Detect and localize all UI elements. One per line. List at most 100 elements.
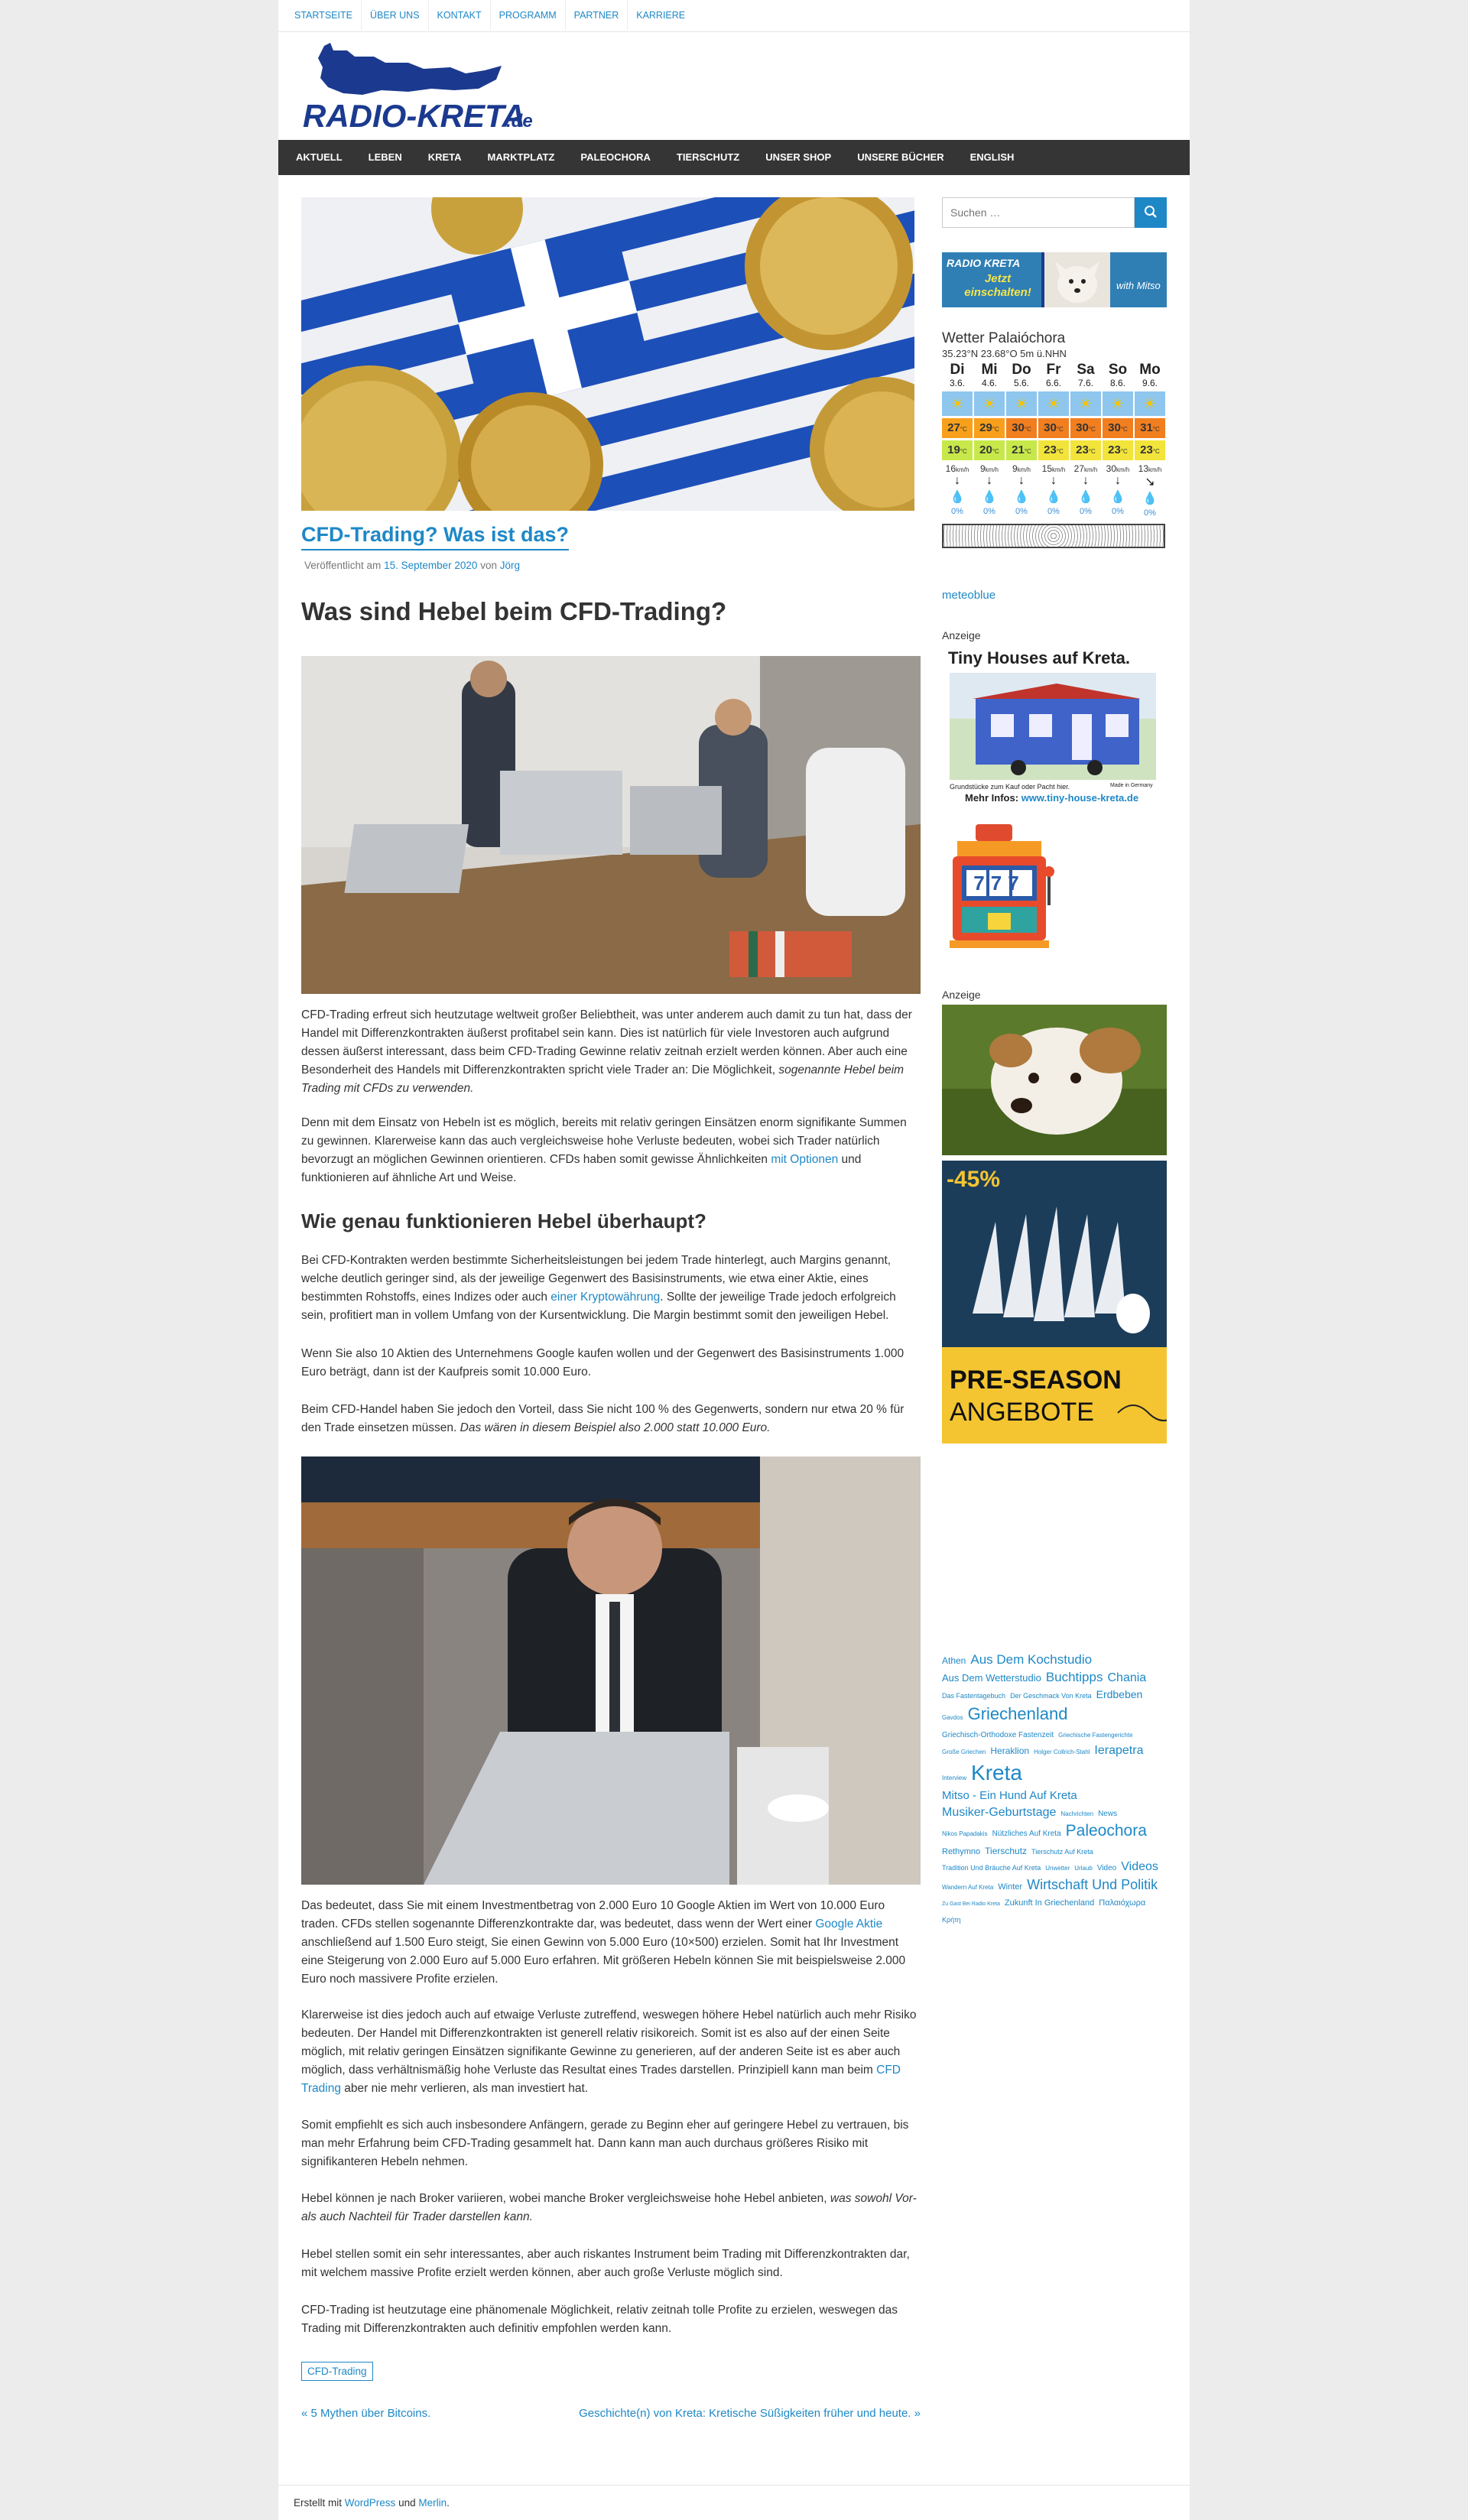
- dog-ad-image[interactable]: [942, 1005, 1167, 1155]
- top-nav-partner[interactable]: PARTNER: [566, 0, 628, 31]
- weather-wind: 9km/h: [979, 463, 999, 474]
- article-paragraph-3: Bei CFD-Kontrakten werden bestimmte Sich…: [301, 1254, 896, 1322]
- tag-cloud-link[interactable]: Κρήτη: [942, 1915, 961, 1924]
- wind-direction-icon: ↘: [1145, 476, 1155, 489]
- link-google-aktie[interactable]: Google Aktie: [815, 1918, 882, 1931]
- site-logo[interactable]: RADIO-KRETA .de: [301, 40, 546, 135]
- tag-cloud-link[interactable]: Athen: [942, 1655, 966, 1667]
- article-paragraph-1: CFD-Trading erfreut sich heutzutage welt…: [301, 1008, 912, 1095]
- tag-cloud-link[interactable]: Das Fastentagebuch: [942, 1691, 1005, 1700]
- sun-icon: ☀: [1070, 391, 1101, 416]
- post-date-link[interactable]: 15. September 2020: [384, 560, 477, 571]
- main-nav-unser-shop[interactable]: UNSER SHOP: [752, 140, 844, 174]
- search-input[interactable]: [942, 197, 1135, 228]
- link-kryptowaehrung[interactable]: einer Kryptowährung: [550, 1291, 660, 1304]
- tag-cloud-link[interactable]: Παλαιόχωρα: [1099, 1898, 1145, 1909]
- main-nav-paleochora[interactable]: PALEOCHORA: [567, 140, 663, 174]
- radio-banner-title: RADIO KRETA: [947, 257, 1021, 269]
- main-nav-kreta[interactable]: KRETA: [415, 140, 475, 174]
- tag-cloud-link[interactable]: Chania: [1107, 1670, 1146, 1687]
- tag-cloud-link[interactable]: Paleochora: [1066, 1820, 1147, 1842]
- tag-cloud-link[interactable]: Mitso - Ein Hund Auf Kreta: [942, 1788, 1077, 1804]
- tag-cloud-link[interactable]: Wandern Auf Kreta: [942, 1884, 993, 1892]
- tag-cloud-link[interactable]: Wirtschaft Und Politik: [1027, 1875, 1158, 1894]
- article-paragraph-2: Denn mit dem Einsatz von Hebeln ist es m…: [301, 1116, 907, 1184]
- post-author-link[interactable]: Jörg: [500, 560, 520, 571]
- weather-max-temp: 27°C: [942, 418, 973, 438]
- post-title[interactable]: CFD-Trading? Was ist das?: [301, 523, 570, 550]
- tag-cloud-link[interactable]: Video: [1097, 1863, 1116, 1874]
- tag-cloud-link[interactable]: Urlaub: [1074, 1865, 1093, 1873]
- meteoblue-link[interactable]: meteoblue: [942, 589, 995, 602]
- tag-cloud-link[interactable]: Interview: [942, 1775, 966, 1783]
- radio-kreta-banner[interactable]: RADIO KRETA Jetzt einschalten! with Mits…: [942, 252, 1167, 307]
- tag-cloud-link[interactable]: Aus Dem Wetterstudio: [942, 1671, 1041, 1685]
- tag-cloud-link[interactable]: Zu Gast Bei Radio Kreta: [942, 1901, 1000, 1908]
- tag-cloud-link[interactable]: Videos: [1121, 1859, 1158, 1875]
- tag-cloud-link[interactable]: Rethymno: [942, 1846, 980, 1858]
- tag-cloud-link[interactable]: Gavdos: [942, 1714, 963, 1723]
- tag-cloud-link[interactable]: Große Griechen: [942, 1749, 986, 1757]
- footer-wordpress-link[interactable]: WordPress: [345, 2497, 396, 2509]
- top-nav-karriere[interactable]: KARRIERE: [628, 0, 693, 31]
- tag-cloud-link[interactable]: Griechisch-Orthodoxe Fastenzeit: [942, 1730, 1054, 1741]
- sun-icon: ☀: [974, 391, 1005, 416]
- top-nav-startseite[interactable]: STARTSEITE: [286, 0, 362, 31]
- featured-image-greek-flag-coins[interactable]: [301, 197, 914, 511]
- link-mit-optionen[interactable]: mit Optionen: [771, 1153, 838, 1166]
- main-nav-tierschutz[interactable]: TIERSCHUTZ: [664, 140, 752, 174]
- tag-cloud-link[interactable]: Tradition Und Bräuche Auf Kreta: [942, 1863, 1041, 1872]
- tiny-house-ad[interactable]: Tiny Houses auf Kreta. Grundstücke zum K…: [943, 647, 1159, 807]
- post-meta-by: von: [480, 560, 497, 571]
- article-paragraph-5-emphasis: Das wären in diesem Beispiel also 2.000 …: [460, 1421, 771, 1434]
- tag-cloud-link[interactable]: Nachrichten: [1060, 1810, 1093, 1819]
- search-button[interactable]: [1135, 197, 1167, 228]
- weather-day-name: So: [1108, 362, 1128, 378]
- top-navigation: STARTSEITE ÜBER UNS KONTAKT PROGRAMM PAR…: [278, 0, 1190, 32]
- main-nav-marktplatz[interactable]: MARKTPLATZ: [475, 140, 568, 174]
- main-nav-leben[interactable]: LEBEN: [356, 140, 415, 174]
- tag-cloud-link[interactable]: Winter: [998, 1882, 1022, 1893]
- tag-cloud-link[interactable]: Musiker-Geburtstage: [942, 1804, 1056, 1821]
- sun-icon: ☀: [1006, 391, 1037, 416]
- tag-cloud-link[interactable]: Tierschutz Auf Kreta: [1031, 1847, 1093, 1856]
- rain-drop-icon: 💧: [1142, 492, 1158, 505]
- pre-season-ad[interactable]: -45% PRE-SEASON ANGEBOTE: [942, 1161, 1167, 1443]
- main-nav-unsere-buecher[interactable]: UNSERE BÜCHER: [844, 140, 956, 174]
- top-nav-kontakt[interactable]: KONTAKT: [429, 0, 491, 31]
- tag-cloud-link[interactable]: News: [1098, 1809, 1117, 1820]
- weather-day-name: Mo: [1139, 362, 1161, 378]
- tag-cloud-link[interactable]: Erdbeben: [1096, 1687, 1143, 1702]
- tag-cloud-link[interactable]: Unwetter: [1045, 1865, 1070, 1873]
- next-post-link[interactable]: Geschichte(n) von Kreta: Kretische Süßig…: [579, 2407, 921, 2420]
- tag-cloud-link[interactable]: Griechenland: [968, 1703, 1068, 1726]
- tag-cloud-link[interactable]: Der Geschmack Von Kreta: [1010, 1691, 1092, 1700]
- tiny-house-ad-url[interactable]: www.tiny-house-kreta.de: [1021, 792, 1138, 804]
- tag-cloud-link[interactable]: Aus Dem Kochstudio: [970, 1651, 1092, 1669]
- top-nav-programm[interactable]: PROGRAMM: [491, 0, 566, 31]
- tag-cfd-trading[interactable]: CFD-Trading: [301, 2362, 373, 2381]
- weather-min-temp: 23°C: [1038, 440, 1069, 460]
- tag-cloud-link[interactable]: Nützliches Auf Kreta: [992, 1829, 1061, 1840]
- weather-day-name: Di: [950, 362, 965, 378]
- tag-cloud-link[interactable]: Griechische Fastengerichte: [1058, 1732, 1132, 1740]
- wind-direction-icon: ↓: [1115, 474, 1121, 487]
- sun-icon: ☀: [1103, 391, 1133, 416]
- tag-cloud-link[interactable]: Kreta: [971, 1758, 1022, 1788]
- previous-post-link[interactable]: « 5 Mythen über Bitcoins.: [301, 2407, 430, 2420]
- weather-wind: 15km/h: [1041, 463, 1066, 474]
- tag-cloud-link[interactable]: Buchtipps: [1046, 1669, 1103, 1687]
- footer-merlin-link[interactable]: Merlin: [418, 2497, 447, 2509]
- tag-cloud-link[interactable]: Heraklion: [990, 1745, 1029, 1757]
- tag-cloud-link[interactable]: Tierschutz: [985, 1845, 1027, 1857]
- tag-cloud-link[interactable]: Nikos Papadakis: [942, 1830, 988, 1839]
- weather-title: Wetter Palaióchora: [942, 330, 1066, 346]
- main-nav-english[interactable]: ENGLISH: [957, 140, 1028, 174]
- slot-machine-ad[interactable]: 777: [942, 821, 1057, 956]
- tag-cloud-link[interactable]: Zukunft In Griechenland: [1005, 1898, 1094, 1909]
- top-nav-ueber-uns[interactable]: ÜBER UNS: [362, 0, 429, 31]
- wind-direction-icon: ↓: [954, 474, 960, 487]
- tag-cloud-link[interactable]: Holger Collrich-Stahl: [1034, 1749, 1090, 1757]
- tag-cloud-link[interactable]: Ierapetra: [1094, 1742, 1143, 1759]
- main-nav-aktuell[interactable]: AKTUELL: [283, 140, 356, 174]
